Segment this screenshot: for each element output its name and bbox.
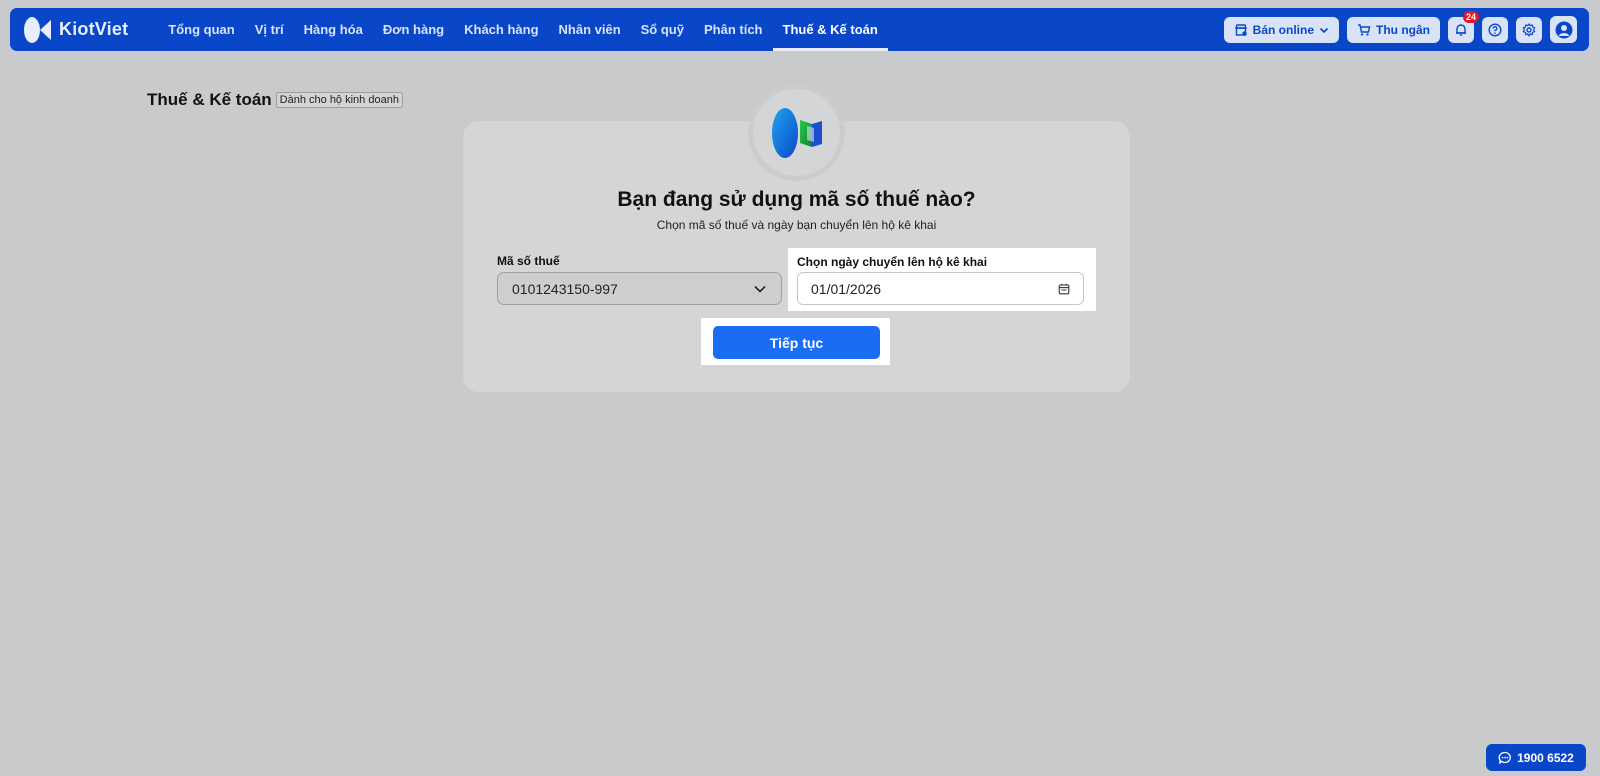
hotline-button[interactable]: 1900 6522 bbox=[1486, 744, 1586, 771]
card-heading: Bạn đang sử dụng mã số thuế nào? bbox=[617, 188, 976, 211]
card-subheading: Chọn mã số thuế và ngày bạn chuyển lên h… bbox=[656, 218, 937, 232]
calendar-icon bbox=[1058, 283, 1070, 294]
brand-logo[interactable]: KiotViet bbox=[23, 8, 128, 51]
nav-tong-quan[interactable]: Tổng quan bbox=[158, 8, 244, 51]
top-navbar: KiotViet Tổng quan Vị trí Hàng hóa Đơn h… bbox=[10, 8, 1589, 51]
bell-icon bbox=[1456, 23, 1466, 36]
cashier-button[interactable]: Thu ngân bbox=[1347, 16, 1440, 43]
date-input[interactable]: 01/01/2026 bbox=[797, 272, 1084, 305]
main-nav: Tổng quan Vị trí Hàng hóa Đơn hàng Khách… bbox=[158, 8, 889, 51]
nav-hang-hoa[interactable]: Hàng hóa bbox=[294, 8, 373, 51]
navbar-actions: Bán online Thu ngân 24 bbox=[1223, 10, 1577, 43]
help-button[interactable] bbox=[1482, 16, 1508, 43]
store-icon bbox=[1234, 23, 1247, 36]
notifications-button[interactable]: 24 bbox=[1448, 10, 1479, 43]
tax-accounting-logo-icon bbox=[771, 107, 822, 158]
cashier-label: Thu ngân bbox=[1376, 22, 1430, 37]
nav-don-hang[interactable]: Đơn hàng bbox=[373, 8, 454, 51]
tax-code-value: 0101243150-997 bbox=[512, 280, 618, 297]
date-value: 01/01/2026 bbox=[811, 280, 882, 297]
business-type-tag: Dành cho hộ kinh doanh bbox=[275, 92, 403, 108]
notification-badge: 24 bbox=[1462, 10, 1479, 23]
nav-vi-tri[interactable]: Vị trí bbox=[245, 8, 294, 51]
gear-icon bbox=[1522, 22, 1536, 37]
nav-phan-tich[interactable]: Phân tích bbox=[694, 8, 773, 51]
date-label: Chọn ngày chuyển lên hộ kê khai bbox=[797, 255, 988, 269]
nav-nhan-vien[interactable]: Nhân viên bbox=[549, 8, 631, 51]
settings-button[interactable] bbox=[1516, 16, 1542, 43]
tax-code-label: Mã số thuế bbox=[497, 254, 560, 268]
nav-so-quy[interactable]: Sổ quỹ bbox=[631, 8, 694, 51]
nav-thue-ke-toan[interactable]: Thuế & Kế toán bbox=[772, 8, 889, 51]
tax-code-select[interactable]: 0101243150-997 bbox=[497, 272, 782, 305]
nav-khach-hang[interactable]: Khách hàng bbox=[454, 8, 548, 51]
sell-online-label: Bán online bbox=[1252, 22, 1314, 37]
continue-button[interactable]: Tiếp tục bbox=[713, 326, 880, 359]
sell-online-button[interactable]: Bán online bbox=[1223, 16, 1339, 43]
help-icon bbox=[1488, 22, 1502, 37]
kiotviet-logo-icon bbox=[24, 16, 51, 43]
hotline-number: 1900 6522 bbox=[1517, 750, 1574, 765]
cart-icon bbox=[1358, 23, 1371, 36]
chat-icon bbox=[1498, 751, 1511, 764]
chevron-down-icon bbox=[754, 285, 766, 293]
page-title: Thuế & Kế toán bbox=[147, 90, 272, 109]
page-header: Thuế & Kế toán Dành cho hộ kinh doanh bbox=[147, 90, 403, 110]
chevron-down-icon bbox=[1319, 27, 1329, 33]
brand-name: KiotViet bbox=[59, 19, 129, 39]
avatar[interactable] bbox=[1550, 16, 1577, 43]
tax-logo-circle bbox=[748, 84, 845, 181]
user-icon bbox=[1555, 21, 1572, 38]
